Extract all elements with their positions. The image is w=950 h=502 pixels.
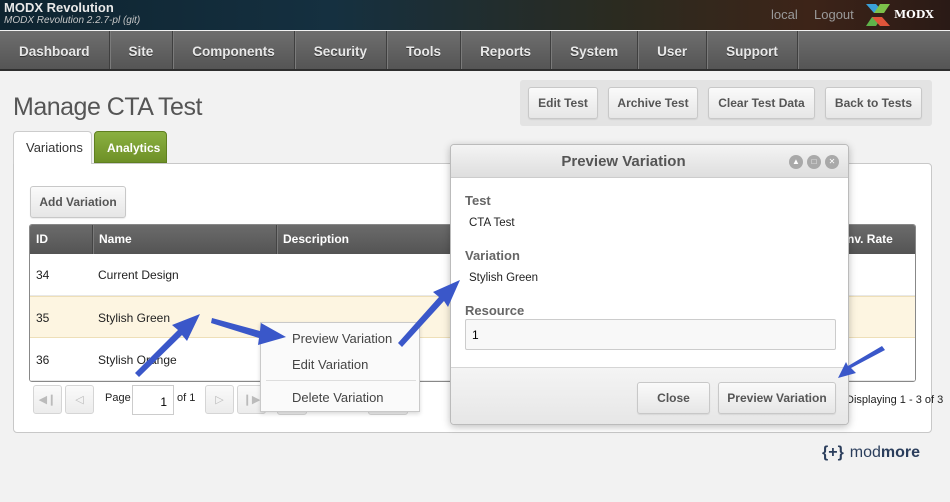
modmore-light: mod — [849, 444, 881, 461]
top-bar: MODX Revolution MODX Revolution 2.2.7-pl… — [0, 0, 950, 30]
dialog-title: Preview Variation — [561, 153, 686, 170]
logout-link[interactable]: Logout — [814, 7, 854, 22]
tab-analytics[interactable]: Analytics — [94, 131, 167, 163]
preview-variation-dialog: Preview Variation ▲ □ ✕ Test CTA Test Va… — [450, 144, 849, 425]
archive-test-button[interactable]: Archive Test — [608, 87, 698, 119]
nav-tools[interactable]: Tools — [387, 31, 462, 69]
next-page-button[interactable]: ▷ — [205, 385, 234, 414]
nav-system[interactable]: System — [551, 31, 639, 69]
nav-user[interactable]: User — [638, 31, 708, 69]
main-nav: Dashboard Site Components Security Tools… — [0, 31, 950, 71]
resource-input[interactable] — [465, 319, 836, 350]
first-page-button[interactable]: ◀❙ — [33, 385, 62, 414]
cell-id: 34 — [36, 268, 50, 282]
page-of-label: of 1 — [177, 392, 196, 404]
displaying-count: Displaying 1 - 3 of 3 — [846, 394, 944, 406]
context-edit-variation[interactable]: Edit Variation — [292, 357, 368, 372]
context-divider — [266, 380, 416, 381]
edit-test-button[interactable]: Edit Test — [528, 87, 598, 119]
app-version: MODX Revolution 2.2.7-pl (git) — [4, 15, 141, 26]
page-number-input[interactable] — [132, 385, 174, 415]
resource-label: Resource — [465, 303, 525, 318]
page-title: Manage CTA Test — [13, 93, 202, 121]
modx-logo[interactable]: MODX — [866, 4, 944, 26]
nav-dashboard[interactable]: Dashboard — [0, 31, 110, 69]
app-title: MODX Revolution — [4, 0, 114, 15]
cell-name: Current Design — [98, 268, 179, 282]
nav-support[interactable]: Support — [707, 31, 798, 69]
clear-test-data-button[interactable]: Clear Test Data — [708, 87, 815, 119]
close-icon[interactable]: ✕ — [825, 155, 839, 169]
nav-reports[interactable]: Reports — [461, 31, 552, 69]
preview-variation-button[interactable]: Preview Variation — [718, 382, 836, 414]
column-header-name[interactable]: Name — [93, 225, 277, 254]
test-label: Test — [465, 193, 491, 208]
page-label: Page — [105, 392, 131, 404]
variation-label: Variation — [465, 248, 520, 263]
modmore-logo: {+} modmore — [822, 444, 920, 462]
nav-security[interactable]: Security — [295, 31, 388, 69]
context-menu: Preview Variation Edit Variation Delete … — [260, 322, 420, 412]
cell-id: 36 — [36, 353, 50, 367]
collapse-icon[interactable]: ▲ — [789, 155, 803, 169]
dialog-header[interactable]: Preview Variation ▲ □ ✕ — [451, 145, 848, 178]
context-delete-variation[interactable]: Delete Variation — [292, 390, 384, 405]
column-header-id[interactable]: ID — [30, 225, 93, 254]
add-variation-button[interactable]: Add Variation — [30, 186, 126, 218]
nav-components[interactable]: Components — [173, 31, 295, 69]
prev-page-button[interactable]: ◁ — [65, 385, 94, 414]
tab-variations[interactable]: Variations — [13, 131, 92, 164]
cell-name: Stylish Green — [98, 311, 171, 325]
modx-logo-icon — [866, 4, 890, 26]
cell-name: Stylish Orange — [98, 353, 177, 367]
modmore-bold: more — [880, 444, 921, 461]
variation-value: Stylish Green — [469, 272, 539, 284]
dialog-footer: Close Preview Variation — [451, 367, 848, 424]
nav-site[interactable]: Site — [110, 31, 174, 69]
close-button[interactable]: Close — [637, 382, 710, 414]
modmore-brace-icon: {+} — [822, 444, 844, 461]
back-to-tests-button[interactable]: Back to Tests — [825, 87, 922, 119]
cell-id: 35 — [36, 311, 50, 325]
maximize-icon[interactable]: □ — [807, 155, 821, 169]
test-value: CTA Test — [469, 217, 515, 229]
user-link[interactable]: local — [771, 7, 798, 22]
modx-logo-text: MODX — [894, 8, 934, 21]
context-preview-variation[interactable]: Preview Variation — [292, 331, 392, 346]
